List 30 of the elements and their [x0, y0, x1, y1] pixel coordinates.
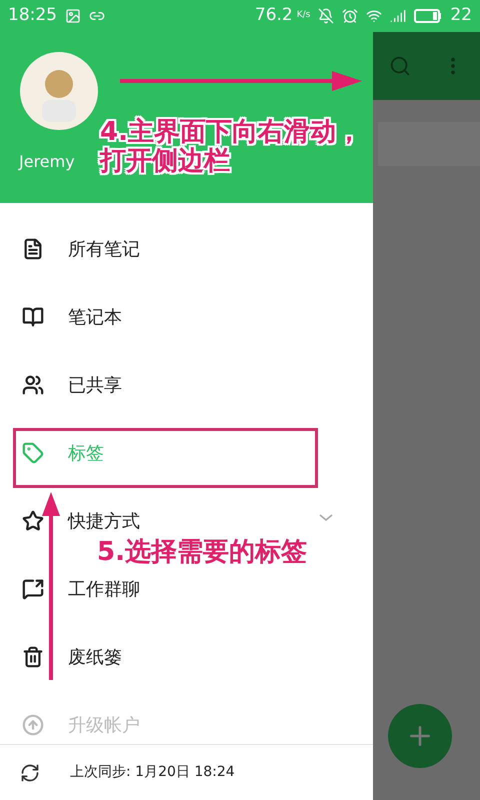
speed-unit: K/s	[296, 9, 310, 22]
sync-icon[interactable]	[20, 762, 40, 782]
drawer-item[interactable]: 废纸篓	[0, 637, 373, 677]
chat-icon	[22, 578, 44, 600]
network-speed: 76.2	[254, 4, 293, 28]
signal-icon	[390, 8, 406, 24]
battery-level: 22	[450, 4, 472, 28]
upgrade-icon	[22, 714, 44, 736]
book-icon	[22, 306, 44, 328]
user-name: Jeremy	[19, 151, 75, 173]
battery-icon	[414, 9, 442, 23]
document-icon	[22, 238, 44, 260]
drawer-item[interactable]: 已共享	[0, 365, 373, 405]
status-time: 18:25	[8, 4, 57, 28]
chevron-icon	[319, 514, 333, 520]
annotation-text: 5.选择需要的标签	[97, 538, 307, 567]
people-icon	[22, 374, 44, 396]
mute-icon	[318, 8, 334, 24]
trash-icon	[22, 646, 44, 668]
annotation-text: 4.主界面下向右滑动， 打开侧边栏	[100, 118, 362, 176]
image-icon	[65, 8, 81, 24]
tag-icon	[22, 442, 44, 464]
drawer-item[interactable]: 笔记本	[0, 297, 373, 337]
drawer-item[interactable]: 所有笔记	[0, 229, 373, 269]
search-icon[interactable]	[388, 55, 411, 77]
star-icon	[22, 510, 44, 532]
alarm-icon	[342, 8, 358, 24]
drawer-item[interactable]: 工作群聊	[0, 569, 373, 609]
wifi-icon	[366, 8, 382, 24]
sync-status: 上次同步: 1月20日 18:24	[70, 763, 235, 782]
